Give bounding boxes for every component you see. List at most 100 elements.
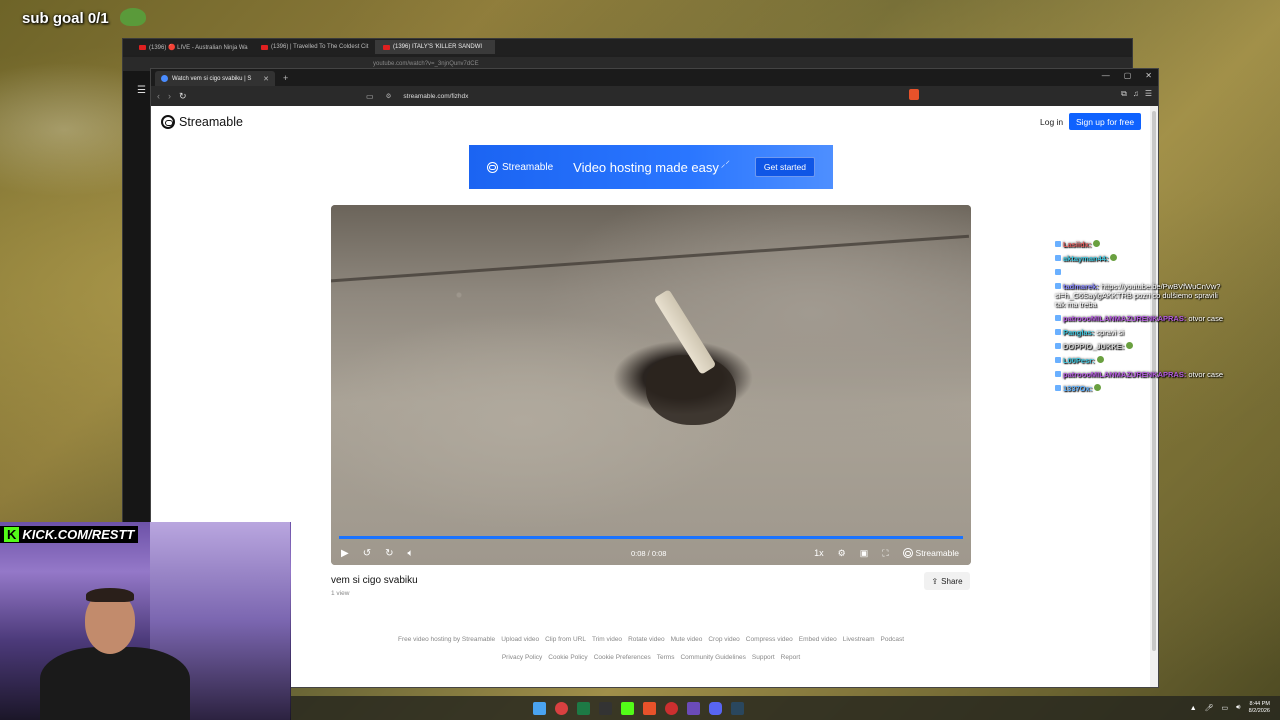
- footer-link[interactable]: Crop video: [708, 636, 739, 643]
- site-info-icon[interactable]: ⚙: [386, 92, 392, 100]
- network-icon[interactable]: ▭: [1222, 704, 1229, 712]
- discord-icon[interactable]: [709, 701, 722, 715]
- player-brand[interactable]: Streamable: [902, 548, 959, 558]
- titlebar: Watch vem si cigo svabiku | S ✕ + — ▢ ✕: [151, 69, 1158, 86]
- chat-username[interactable]: Lasiidx:: [1063, 240, 1091, 249]
- close-icon[interactable]: ✕: [1145, 71, 1152, 80]
- footer-link[interactable]: Cookie Policy: [548, 654, 587, 661]
- footer-link[interactable]: Compress video: [746, 636, 793, 643]
- settings-gear-icon[interactable]: ⚙: [838, 548, 846, 559]
- streamable-logo[interactable]: Streamable: [161, 115, 243, 129]
- back-tab-active[interactable]: (1396) ITALY'S 'KILLER SANDWI: [375, 40, 495, 54]
- chat-username[interactable]: Panglas:: [1063, 328, 1094, 337]
- back-tab[interactable]: (1396) 🔴 LIVE - Australian Ninja Wa: [131, 40, 251, 54]
- volume-icon[interactable]: 🔈︎: [407, 548, 413, 559]
- chat-message: DOPPIO_JUKKE:: [1055, 342, 1225, 351]
- app-icon[interactable]: [665, 701, 678, 715]
- chat-text: otvor case: [1186, 314, 1224, 323]
- url-bar[interactable]: ▭ ⚙ streamable.com/fizhdx: [366, 89, 926, 103]
- chat-message: [1055, 268, 1225, 277]
- footer-link[interactable]: Community Guidelines: [680, 654, 745, 661]
- brave-icon[interactable]: [643, 701, 656, 715]
- login-link[interactable]: Log in: [1040, 117, 1063, 127]
- kick-logo-icon: K: [4, 527, 20, 542]
- front-browser-window: Watch vem si cigo svabiku | S ✕ + — ▢ ✕ …: [150, 68, 1159, 688]
- picture-in-picture-icon[interactable]: ▣: [860, 548, 869, 559]
- banner-logo: Streamable: [487, 161, 553, 173]
- streamable-logo-icon: [161, 115, 175, 129]
- extensions-icon[interactable]: ⧉: [1121, 89, 1127, 99]
- menu-icon[interactable]: ☰: [1145, 89, 1152, 99]
- chat-username[interactable]: patroooMILANMAZURENKAPRAS:: [1063, 370, 1186, 379]
- bookmark-icon[interactable]: ▭: [366, 92, 374, 101]
- footer-link[interactable]: Livestream: [843, 636, 875, 643]
- chat-username[interactable]: 1337Ox:: [1063, 384, 1092, 393]
- get-started-button[interactable]: Get started: [754, 157, 815, 177]
- obs-icon[interactable]: [687, 701, 700, 715]
- video-frame-detail: [646, 355, 736, 425]
- chat-username[interactable]: DOPPIO_JUKKE:: [1063, 342, 1124, 351]
- video-player[interactable]: ▶ ↺ ↻ 🔈︎ 0:08 / 0:08 1x ⚙ ▣ ⛶ Streamable: [331, 205, 971, 565]
- footer-link[interactable]: Mute video: [671, 636, 703, 643]
- player-controls: ▶ ↺ ↻ 🔈︎ 0:08 / 0:08 1x ⚙ ▣ ⛶ Streamable: [331, 541, 971, 565]
- forward-icon[interactable]: ↻: [385, 548, 393, 559]
- music-icon[interactable]: ♫: [1133, 89, 1139, 99]
- chat-username[interactable]: aktayman44:: [1063, 254, 1108, 263]
- chat-message: L00Pesr:: [1055, 356, 1225, 365]
- chat-username[interactable]: L00Pesr:: [1063, 356, 1095, 365]
- back-tab[interactable]: (1396) | Travelled To The Coldest Cit: [253, 40, 373, 54]
- reload-icon[interactable]: ↻: [179, 91, 187, 102]
- footer-link[interactable]: Cookie Preferences: [594, 654, 651, 661]
- footer-link[interactable]: Report: [781, 654, 801, 661]
- clock[interactable]: 8:44 PM 8/2/2026: [1249, 701, 1270, 715]
- footer-link[interactable]: Free video hosting by Streamable: [398, 636, 495, 643]
- forward-arrow-icon[interactable]: ›: [168, 91, 171, 101]
- chat-message: Panglas: spravi si: [1055, 328, 1225, 337]
- sub-goal-overlay: sub goal 0/1: [22, 10, 109, 27]
- chat-username[interactable]: tadmarek:: [1063, 282, 1099, 291]
- footer-link[interactable]: Terms: [657, 654, 675, 661]
- footer-link[interactable]: Privacy Policy: [502, 654, 542, 661]
- signup-button[interactable]: Sign up for free: [1069, 113, 1141, 130]
- speed-button[interactable]: 1x: [814, 548, 824, 558]
- ad-banner[interactable]: Streamable Video hosting made easy ⸝⸍ Ge…: [469, 145, 833, 189]
- kick-channel-label: K KICK.COM/RESTT: [0, 526, 139, 543]
- footer-link[interactable]: Clip from URL: [545, 636, 586, 643]
- rewind-icon[interactable]: ↺: [363, 548, 371, 559]
- excel-icon[interactable]: [577, 701, 590, 715]
- footer-link[interactable]: Embed video: [799, 636, 837, 643]
- tab-close-icon[interactable]: ✕: [263, 75, 269, 83]
- kick-icon[interactable]: [621, 701, 634, 715]
- pepe-emote-icon: [120, 8, 146, 26]
- play-icon[interactable]: ▶: [341, 548, 349, 559]
- url-text: streamable.com/fizhdx: [403, 92, 469, 100]
- microphone-icon[interactable]: 🎤︎: [1205, 704, 1214, 712]
- back-arrow-icon[interactable]: ‹: [157, 91, 160, 101]
- share-button[interactable]: ⇪ Share: [924, 572, 970, 590]
- controls-right: 1x ⚙ ▣ ⛶ Streamable: [814, 548, 959, 559]
- youtube-icon: [261, 44, 268, 50]
- maximize-icon[interactable]: ▢: [1124, 71, 1132, 80]
- app-icon[interactable]: [555, 701, 568, 715]
- minimize-icon[interactable]: —: [1102, 71, 1110, 80]
- brave-shield-icon[interactable]: [909, 89, 919, 100]
- footer-link[interactable]: Support: [752, 654, 775, 661]
- steam-icon[interactable]: [731, 701, 744, 715]
- chat-text: spravi si: [1094, 328, 1124, 337]
- footer-link[interactable]: Podcast: [881, 636, 905, 643]
- fullscreen-icon[interactable]: ⛶: [882, 548, 888, 559]
- footer-link[interactable]: Rotate video: [628, 636, 665, 643]
- volume-tray-icon[interactable]: 🔊︎: [1236, 704, 1240, 712]
- progress-bar[interactable]: [339, 536, 963, 539]
- windows-start-icon[interactable]: [533, 701, 546, 715]
- chat-message: patroooMILANMAZURENKAPRAS: otvor case: [1055, 370, 1225, 379]
- footer-link[interactable]: Trim video: [592, 636, 622, 643]
- new-tab-icon[interactable]: +: [283, 73, 288, 83]
- chevron-up-icon[interactable]: ▲: [1190, 705, 1197, 712]
- footer-link[interactable]: Upload video: [501, 636, 539, 643]
- app-icon[interactable]: [599, 701, 612, 715]
- tab-streamable[interactable]: Watch vem si cigo svabiku | S ✕: [155, 71, 275, 86]
- hamburger-menu-icon[interactable]: ☰: [137, 85, 146, 96]
- chat-username[interactable]: patroooMILANMAZURENKAPRAS:: [1063, 314, 1186, 323]
- chat-badge-icon: [1055, 329, 1061, 335]
